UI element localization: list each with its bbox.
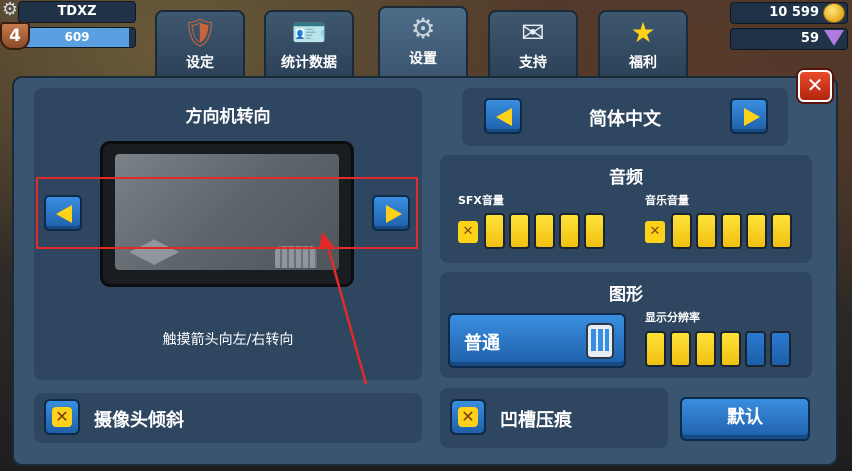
steering-title: 方向机转向 <box>185 107 271 127</box>
id-card-icon: 🪪 <box>291 16 327 49</box>
tab-label: 设定 <box>186 55 214 71</box>
music-volume-segment[interactable] <box>671 213 692 249</box>
player-name: TDXZ <box>18 1 136 23</box>
mute-x-icon: ✕ <box>649 224 661 239</box>
gear-icon: ⚙ <box>410 12 436 45</box>
sfx-volume-label: SFX音量 <box>458 194 504 207</box>
xp-bar: 609 <box>18 27 136 48</box>
tab-support[interactable]: ✉ 支持 <box>488 10 578 76</box>
audio-title: 音频 <box>609 168 643 188</box>
steering-prev-button[interactable] <box>44 195 82 231</box>
tab-rewards[interactable]: ★ 福利 <box>598 10 688 76</box>
arrow-right-icon <box>386 205 402 223</box>
gem-counter: 59 <box>730 28 848 50</box>
steering-preview-screen: ◀▶ <box>115 154 339 270</box>
dent-label: 凹槽压痕 <box>500 410 572 431</box>
tab-label: 支持 <box>519 55 547 71</box>
mute-x-icon: ✕ <box>462 224 474 239</box>
music-volume-segment[interactable] <box>771 213 792 249</box>
xp-value: 609 <box>64 30 90 44</box>
sfx-mute-button[interactable]: ✕ <box>458 221 478 243</box>
sfx-volume-segment[interactable] <box>559 213 580 249</box>
gem-amount: 59 <box>800 31 819 46</box>
resolution-segment[interactable] <box>645 331 666 367</box>
camera-tilt-row <box>34 393 422 443</box>
sfx-volume-segment[interactable] <box>484 213 505 249</box>
music-volume-segment[interactable] <box>721 213 742 249</box>
music-volume-segment[interactable] <box>746 213 767 249</box>
graphics-quality-value: 普通 <box>464 333 500 354</box>
left-right-arrows-icon: ◀▶ <box>129 230 179 270</box>
default-button[interactable]: 默认 <box>680 397 810 441</box>
gear-icon[interactable]: ⚙ <box>0 0 20 20</box>
tab-settings[interactable]: ⚙ 设置 <box>378 6 468 76</box>
arrow-left-icon <box>496 108 512 126</box>
language-prev-button[interactable] <box>484 98 522 134</box>
sfx-volume-segment[interactable] <box>509 213 530 249</box>
tab-statistics[interactable]: 🪪 统计数据 <box>264 10 354 76</box>
coin-icon <box>823 3 845 23</box>
x-mark-icon: ✕ <box>458 407 478 427</box>
arrow-right-icon <box>744 108 760 126</box>
camera-tilt-checkbox[interactable]: ✕ <box>44 399 80 435</box>
language-value: 简体中文 <box>589 109 661 130</box>
resolution-label: 显示分辨率 <box>645 311 700 324</box>
close-icon: ✕ <box>806 73 824 97</box>
resolution-segment[interactable] <box>745 331 766 367</box>
shield-icon: 🛡 <box>182 16 218 49</box>
sfx-volume-segment[interactable] <box>534 213 555 249</box>
gold-counter: 10 599 <box>730 2 848 24</box>
resolution-segment[interactable] <box>695 331 716 367</box>
music-volume-segment[interactable] <box>696 213 717 249</box>
close-button[interactable]: ✕ <box>798 70 832 102</box>
level-badge: 4 <box>0 22 30 50</box>
arrow-left-icon <box>56 205 72 223</box>
steering-preview: ◀▶ <box>100 141 354 287</box>
dent-checkbox[interactable]: ✕ <box>450 399 486 435</box>
music-volume-label: 音乐音量 <box>645 194 689 207</box>
tab-setup[interactable]: 🛡 设定 <box>155 10 245 76</box>
language-next-button[interactable] <box>730 98 768 134</box>
tablet-icon <box>586 323 614 359</box>
graphics-title: 图形 <box>609 285 643 305</box>
steering-next-button[interactable] <box>372 195 410 231</box>
music-mute-button[interactable]: ✕ <box>645 221 665 243</box>
sfx-volume-segment[interactable] <box>584 213 605 249</box>
star-icon: ★ <box>630 16 656 49</box>
gold-amount: 10 599 <box>769 5 819 20</box>
gem-icon <box>824 30 844 46</box>
camera-tilt-label: 摄像头倾斜 <box>94 410 184 431</box>
tab-label: 设置 <box>409 51 437 67</box>
steering-hint: 触摸箭头向左/右转向 <box>162 332 294 348</box>
resolution-segment[interactable] <box>670 331 691 367</box>
x-mark-icon: ✕ <box>52 407 72 427</box>
keyboard-icon <box>275 246 317 268</box>
resolution-segment[interactable] <box>720 331 741 367</box>
tab-label: 福利 <box>629 55 657 71</box>
envelope-icon: ✉ <box>521 16 545 49</box>
graphics-quality-button[interactable]: 普通 <box>448 313 626 368</box>
player-plate: TDXZ ⚙ 609 4 <box>0 0 140 50</box>
resolution-segment[interactable] <box>770 331 791 367</box>
tab-label: 统计数据 <box>281 55 337 71</box>
